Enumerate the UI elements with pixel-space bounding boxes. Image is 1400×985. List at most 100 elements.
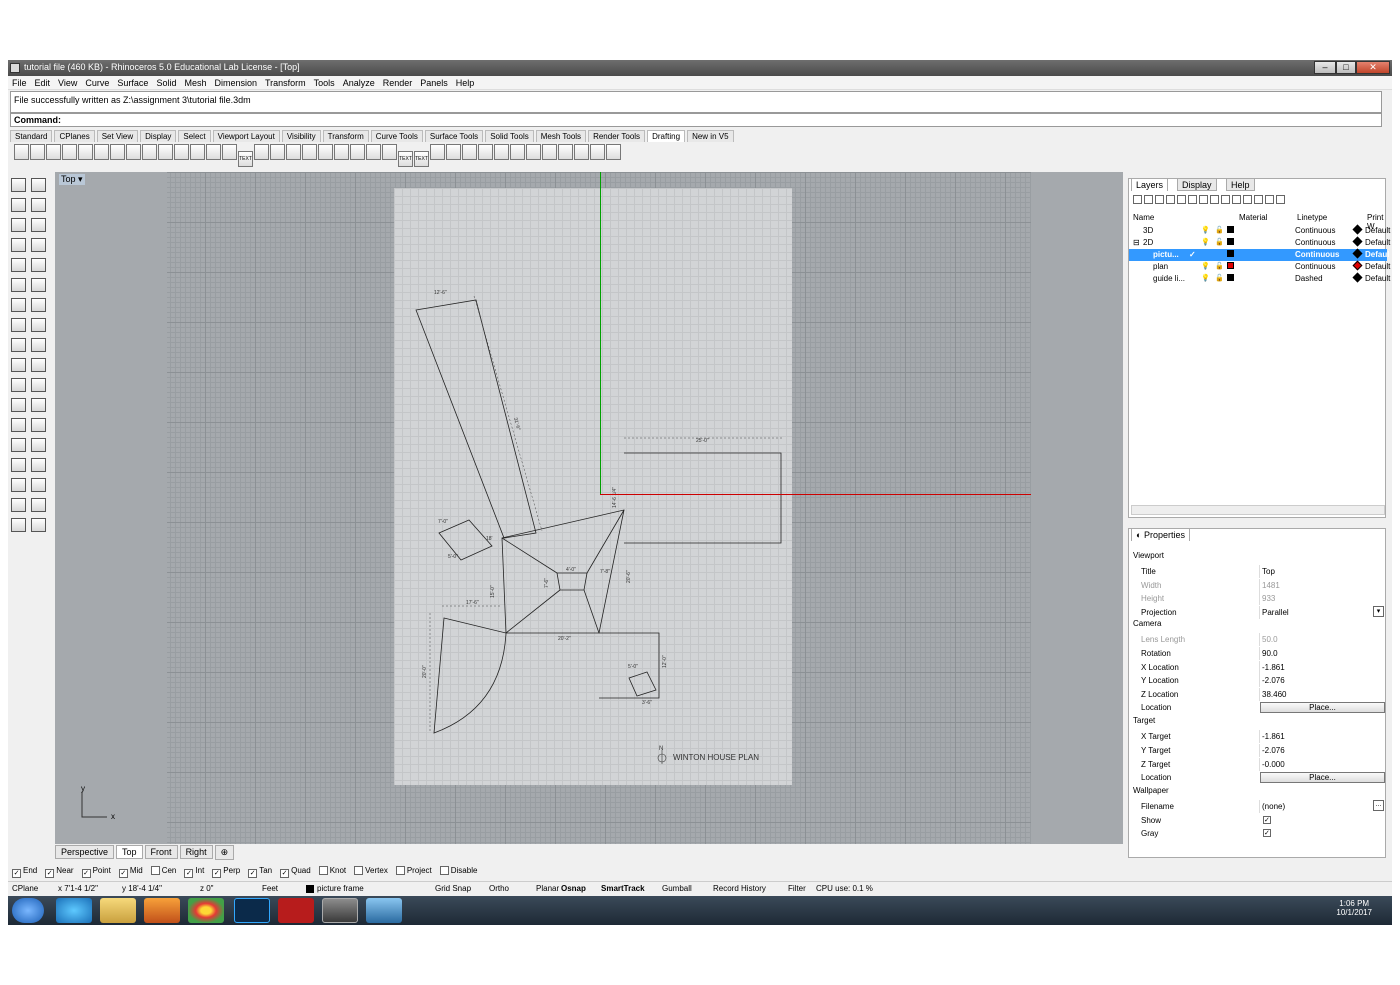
- viewport-tab-top[interactable]: Top: [116, 845, 143, 859]
- collapse-icon[interactable]: ⊟: [1133, 238, 1140, 247]
- property-value[interactable]: (none): [1259, 800, 1384, 814]
- layer-row[interactable]: guide li... 💡 🔓 Dashed Default: [1129, 272, 1390, 285]
- modeling-tool-icon[interactable]: [31, 358, 46, 372]
- top-viewport[interactable]: Top ▾ 12'-6" 31'-6" 25'-0" 14'-6 1/4" 7'…: [55, 172, 1123, 844]
- modeling-tool-icon[interactable]: [11, 458, 26, 472]
- toggle-filter[interactable]: Filter: [788, 884, 806, 893]
- property-value[interactable]: 50.0: [1259, 633, 1384, 647]
- osnap-near[interactable]: ✓ Near: [45, 866, 74, 878]
- layer-linetype[interactable]: Continuous: [1295, 250, 1339, 259]
- modeling-tool-icon[interactable]: [31, 198, 46, 212]
- viewport-tab-right[interactable]: Right: [179, 845, 213, 859]
- drafting-tool-icon[interactable]: [366, 144, 381, 160]
- drafting-tool-icon[interactable]: [302, 144, 317, 160]
- modeling-tool-icon[interactable]: [31, 458, 46, 472]
- start-button[interactable]: [12, 898, 44, 923]
- toolbar-tab-standard[interactable]: Standard: [10, 130, 53, 142]
- text-tool-icon[interactable]: TEXT: [414, 151, 429, 167]
- layer-color-swatch[interactable]: [1227, 262, 1234, 269]
- minimize-icon[interactable]: –: [1314, 61, 1336, 74]
- menu-item-analyze[interactable]: Analyze: [339, 76, 379, 88]
- modeling-tool-icon[interactable]: [11, 498, 26, 512]
- drafting-tool-icon[interactable]: [510, 144, 525, 160]
- modeling-tool-icon[interactable]: [11, 198, 26, 212]
- modeling-tool-icon[interactable]: [31, 178, 46, 192]
- osnap-checkbox[interactable]: [150, 866, 160, 875]
- osnap-checkbox[interactable]: ✓: [248, 869, 258, 878]
- drafting-tool-icon[interactable]: [558, 144, 573, 160]
- modeling-tool-icon[interactable]: [31, 298, 46, 312]
- osnap-cen[interactable]: Cen: [150, 866, 176, 875]
- osnap-perp[interactable]: ✓ Perp: [212, 866, 240, 878]
- picture-frame[interactable]: 12'-6" 31'-6" 25'-0" 14'-6 1/4" 7'-0" 5'…: [394, 188, 792, 785]
- layer-color-swatch[interactable]: [1227, 274, 1234, 281]
- toggle-record-history[interactable]: Record History: [713, 884, 766, 893]
- lightbulb-icon[interactable]: 💡: [1201, 238, 1210, 246]
- drafting-tool-icon[interactable]: [254, 144, 269, 160]
- modeling-tool-icon[interactable]: [11, 358, 26, 372]
- modeling-tool-icon[interactable]: [11, 178, 26, 192]
- layer-tool-icon[interactable]: [1210, 195, 1219, 204]
- place-button[interactable]: Place...: [1260, 772, 1385, 784]
- modeling-tool-icon[interactable]: [11, 258, 26, 272]
- osnap-checkbox[interactable]: [318, 866, 328, 875]
- status-units[interactable]: Feet: [262, 884, 278, 893]
- osnap-checkbox[interactable]: ✓: [81, 869, 91, 878]
- modeling-tool-icon[interactable]: [31, 438, 46, 452]
- lock-icon[interactable]: 🔓: [1215, 274, 1224, 282]
- osnap-checkbox[interactable]: [354, 866, 364, 875]
- modeling-tool-icon[interactable]: [31, 378, 46, 392]
- modeling-tool-icon[interactable]: [31, 238, 46, 252]
- viewport-tab-perspective[interactable]: Perspective: [55, 845, 115, 859]
- toolbar-tab-mesh-tools[interactable]: Mesh Tools: [535, 130, 587, 142]
- toolbar-tab-transform[interactable]: Transform: [322, 130, 369, 142]
- modeling-tool-icon[interactable]: [31, 498, 46, 512]
- osnap-vertex[interactable]: Vertex: [354, 866, 388, 875]
- drafting-tool-icon[interactable]: [542, 144, 557, 160]
- drafting-tool-icon[interactable]: [430, 144, 445, 160]
- tab-layers[interactable]: Layers: [1131, 178, 1169, 191]
- photoshop-icon[interactable]: [234, 898, 270, 923]
- toolbar-tab-cplanes[interactable]: CPlanes: [54, 130, 95, 142]
- modeling-tool-icon[interactable]: [11, 438, 26, 452]
- layer-tool-icon[interactable]: [1254, 195, 1263, 204]
- property-value[interactable]: -0.000: [1259, 757, 1384, 771]
- property-value[interactable]: 933: [1259, 592, 1384, 606]
- maximize-icon[interactable]: □: [1336, 61, 1356, 74]
- property-value[interactable]: -1.861: [1259, 660, 1384, 674]
- layer-linetype[interactable]: Continuous: [1295, 226, 1335, 235]
- explorer-icon[interactable]: [100, 898, 136, 923]
- modeling-tool-icon[interactable]: [11, 318, 26, 332]
- osnap-checkbox[interactable]: ✓: [280, 869, 290, 878]
- drafting-tool-icon[interactable]: [606, 144, 621, 160]
- lock-icon[interactable]: 🔓: [1215, 238, 1224, 246]
- property-checkbox[interactable]: ✓: [1263, 829, 1271, 838]
- menu-item-file[interactable]: File: [8, 76, 31, 88]
- toolbar-tab-surface-tools[interactable]: Surface Tools: [424, 130, 484, 142]
- toolbar-tab-display[interactable]: Display: [140, 130, 177, 142]
- menu-item-tools[interactable]: Tools: [310, 76, 339, 88]
- browse-button[interactable]: ...: [1373, 800, 1384, 811]
- drafting-tool-icon[interactable]: [142, 144, 157, 160]
- menu-item-surface[interactable]: Surface: [113, 76, 152, 88]
- menu-item-transform[interactable]: Transform: [261, 76, 310, 88]
- modeling-tool-icon[interactable]: [31, 218, 46, 232]
- layer-row[interactable]: plan 💡 🔓 Continuous Default: [1129, 260, 1390, 273]
- print-color-icon[interactable]: [1352, 236, 1363, 247]
- layer-print-width[interactable]: Default: [1365, 262, 1390, 271]
- close-icon[interactable]: ✕: [1356, 61, 1390, 74]
- layer-linetype[interactable]: Continuous: [1295, 262, 1335, 271]
- toolbar-tab-curve-tools[interactable]: Curve Tools: [370, 130, 423, 142]
- menu-item-solid[interactable]: Solid: [152, 76, 180, 88]
- window-task-icon[interactable]: [366, 898, 402, 923]
- drafting-tool-icon[interactable]: [590, 144, 605, 160]
- modeling-tool-icon[interactable]: [11, 518, 26, 532]
- layer-tool-icon[interactable]: [1155, 195, 1164, 204]
- layer-tool-icon[interactable]: [1221, 195, 1230, 204]
- toolbar-tab-select[interactable]: Select: [178, 130, 211, 142]
- layer-tool-icon[interactable]: [1177, 195, 1186, 204]
- modeling-tool-icon[interactable]: [31, 258, 46, 272]
- drafting-tool-icon[interactable]: [94, 144, 109, 160]
- modeling-tool-icon[interactable]: [31, 338, 46, 352]
- osnap-checkbox[interactable]: ✓: [184, 869, 194, 878]
